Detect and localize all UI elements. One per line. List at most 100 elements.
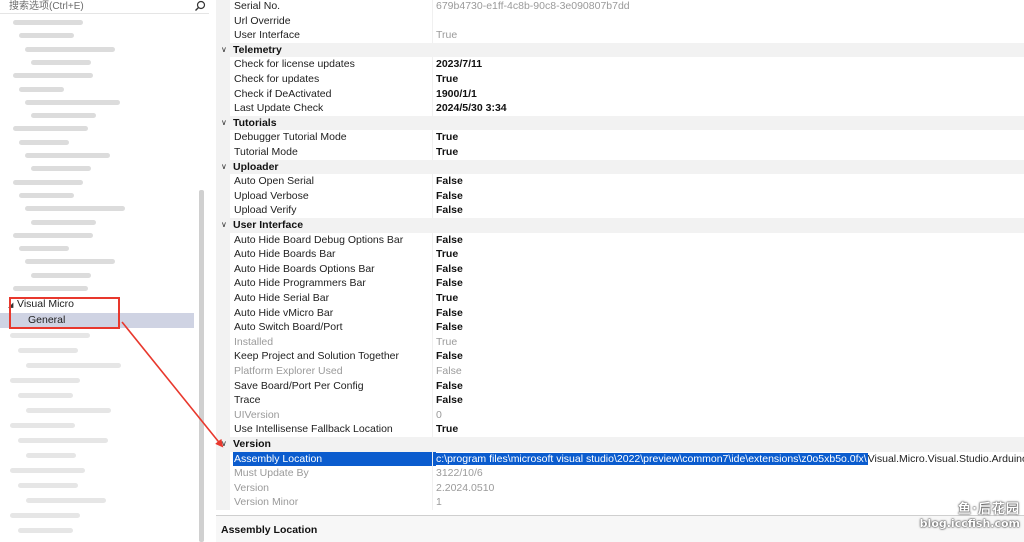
property-value[interactable]: 3122/10/6 (436, 466, 1024, 481)
property-name[interactable]: Installed (233, 335, 436, 350)
category-row[interactable]: ∨ Uploader (216, 159, 1024, 175)
property-row[interactable]: Last Update Check 2024/5/30 3:34 (216, 101, 1024, 116)
column-separator[interactable] (432, 495, 433, 510)
property-row[interactable]: Upload Verbose False (216, 188, 1024, 204)
property-name[interactable]: Auto Hide Board Debug Options Bar (233, 233, 436, 248)
property-row[interactable]: Must Update By 3122/10/6 (216, 466, 1024, 481)
column-separator[interactable] (432, 261, 433, 277)
column-separator[interactable] (432, 364, 433, 379)
property-value[interactable]: True (436, 422, 1024, 437)
property-row[interactable]: User Interface True (216, 28, 1024, 43)
property-row[interactable]: Tutorial Mode True (216, 145, 1024, 160)
property-value[interactable]: 2023/7/11 (436, 57, 1024, 72)
property-row[interactable]: Serial No. 679b4730-e1ff-4c8b-90c8-3e0908… (216, 0, 1024, 14)
property-name[interactable]: Keep Project and Solution Together (233, 349, 436, 364)
property-value[interactable]: False (436, 276, 1024, 291)
column-separator[interactable] (432, 57, 433, 72)
property-value[interactable]: 0 (436, 408, 1024, 423)
property-value[interactable]: 2.2024.0510 (436, 481, 1024, 496)
property-value[interactable]: True (436, 291, 1024, 306)
property-value[interactable]: False (436, 349, 1024, 364)
property-name[interactable]: Auto Open Serial (233, 174, 436, 189)
property-row[interactable]: Keep Project and Solution Together False (216, 349, 1024, 364)
property-row[interactable]: Check for license updates 2023/7/11 (216, 57, 1024, 72)
property-row[interactable]: Version 2.2024.0510 (216, 480, 1024, 496)
property-name[interactable]: Tutorial Mode (233, 145, 436, 160)
collapse-chevron-icon[interactable]: ∨ (221, 160, 227, 175)
column-separator[interactable] (432, 203, 433, 218)
property-value[interactable]: True (436, 335, 1024, 350)
column-separator[interactable] (432, 232, 433, 248)
property-name[interactable]: Auto Hide Serial Bar (233, 291, 436, 306)
property-name[interactable]: Version (233, 481, 436, 496)
property-name[interactable]: Check for license updates (233, 57, 436, 72)
column-separator[interactable] (432, 378, 433, 394)
property-value[interactable] (436, 14, 1024, 29)
property-row[interactable]: Auto Hide vMicro Bar False (216, 305, 1024, 321)
column-separator[interactable] (432, 422, 433, 437)
column-separator[interactable] (432, 72, 433, 87)
column-separator[interactable] (432, 407, 433, 423)
property-name[interactable]: Serial No. (233, 0, 436, 14)
column-separator[interactable] (432, 276, 433, 291)
property-name[interactable]: Save Board/Port Per Config (233, 379, 436, 394)
property-row[interactable]: Url Override (216, 13, 1024, 29)
column-separator[interactable] (432, 320, 433, 335)
property-row[interactable]: Platform Explorer Used False (216, 364, 1024, 379)
property-row[interactable]: UIVersion 0 (216, 407, 1024, 423)
property-value[interactable]: 679b4730-e1ff-4c8b-90c8-3e090807b7dd (436, 0, 1024, 14)
property-row[interactable]: Trace False (216, 393, 1024, 408)
property-name[interactable]: Check for updates (233, 72, 436, 87)
property-value[interactable]: 2024/5/30 3:34 (436, 101, 1024, 116)
property-value[interactable]: False (436, 379, 1024, 394)
column-separator[interactable] (432, 305, 433, 321)
column-separator[interactable] (432, 349, 433, 364)
search-box[interactable]: 搜索选项(Ctrl+E) (0, 0, 209, 14)
property-name[interactable]: Auto Hide Boards Options Bar (233, 262, 436, 277)
property-name[interactable]: Last Update Check (233, 101, 436, 116)
property-name[interactable]: Trace (233, 393, 436, 408)
property-name[interactable]: Check if DeActivated (233, 87, 436, 102)
property-value[interactable]: True (436, 72, 1024, 87)
property-name[interactable]: Upload Verbose (233, 189, 436, 204)
property-row[interactable]: Auto Hide Programmers Bar False (216, 276, 1024, 291)
property-row[interactable]: Version Minor 1 (216, 495, 1024, 510)
column-separator[interactable] (432, 101, 433, 116)
collapse-chevron-icon[interactable]: ∨ (221, 116, 227, 131)
property-name[interactable]: Auto Hide Programmers Bar (233, 276, 436, 291)
column-separator[interactable] (432, 291, 433, 306)
property-name[interactable]: Auto Hide vMicro Bar (233, 306, 436, 321)
property-row[interactable]: Assembly Location c:\program files\micros… (216, 451, 1024, 467)
property-row[interactable]: Save Board/Port Per Config False (216, 378, 1024, 394)
property-value[interactable]: False (436, 174, 1024, 189)
column-separator[interactable] (432, 466, 433, 481)
property-name[interactable]: Auto Switch Board/Port (233, 320, 436, 335)
property-name[interactable]: Upload Verify (233, 203, 436, 218)
property-row[interactable]: Auto Hide Board Debug Options Bar False (216, 232, 1024, 248)
property-row[interactable]: Auto Hide Boards Bar True (216, 247, 1024, 262)
property-row[interactable]: Auto Switch Board/Port False (216, 320, 1024, 335)
property-value[interactable]: False (436, 233, 1024, 248)
property-value[interactable]: c:\program files\microsoft visual studio… (436, 452, 1024, 467)
column-separator[interactable] (432, 334, 433, 350)
column-separator[interactable] (432, 393, 433, 408)
column-separator[interactable] (432, 28, 433, 43)
column-separator[interactable] (432, 451, 433, 467)
column-separator[interactable] (432, 188, 433, 204)
category-row[interactable]: ∨ Version (216, 437, 1024, 452)
property-value-selected[interactable]: c:\program files\microsoft visual studio… (436, 452, 868, 465)
property-row[interactable]: Check if DeActivated 1900/1/1 (216, 86, 1024, 102)
property-row[interactable]: Auto Hide Serial Bar True (216, 291, 1024, 306)
property-row[interactable]: Installed True (216, 334, 1024, 350)
property-value[interactable]: True (436, 247, 1024, 262)
column-separator[interactable] (432, 0, 433, 14)
property-value[interactable]: False (436, 262, 1024, 277)
collapse-chevron-icon[interactable]: ∨ (221, 43, 227, 58)
search-icon[interactable] (194, 0, 206, 12)
property-value[interactable]: False (436, 306, 1024, 321)
property-row[interactable]: Auto Hide Boards Options Bar False (216, 261, 1024, 277)
property-name[interactable]: Auto Hide Boards Bar (233, 247, 436, 262)
property-row[interactable]: Upload Verify False (216, 203, 1024, 218)
collapse-chevron-icon[interactable]: ∨ (221, 437, 227, 452)
column-separator[interactable] (432, 480, 433, 496)
